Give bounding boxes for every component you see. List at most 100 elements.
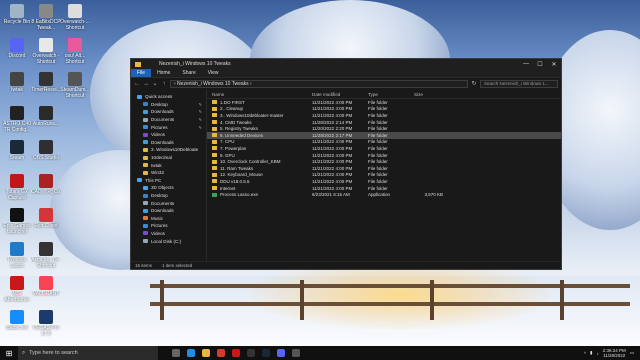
desktop-shortcut[interactable]: Discord (2, 38, 32, 59)
desktop-shortcut[interactable]: Process Lasso (2, 242, 32, 269)
discord-icon[interactable] (277, 349, 285, 357)
close-button[interactable]: ✕ (547, 59, 561, 69)
notification-icon[interactable]: ▭ (630, 350, 634, 356)
nav-pane-item[interactable]: 10decimal (131, 154, 206, 162)
desktop-shortcut[interactable]: SteamDum... Shortcut (60, 72, 90, 99)
nav-pane-item[interactable]: Downloads ✎ (131, 108, 206, 116)
column-size[interactable]: Size (409, 92, 449, 97)
desktop-shortcut[interactable]: Overwatch - Shortcut (31, 38, 61, 65)
folder-icon (212, 153, 217, 158)
nav-pane-item[interactable]: 3D Objects (131, 184, 206, 192)
desktop-shortcut[interactable]: Overwatch-... Shortcut (60, 4, 90, 31)
nav-pane-item[interactable]: Pictures (131, 222, 206, 230)
opera-icon[interactable] (232, 349, 240, 357)
file-row[interactable]: 12. Keyboard_Mouse 11/21/2022 4:00 PM File… (207, 172, 561, 179)
column-name[interactable]: Name (207, 92, 307, 97)
nav-pane-item[interactable]: Desktop ✎ (131, 101, 206, 109)
nav-pane-label: 3D Objects (151, 185, 174, 191)
file-row[interactable]: 7. CPU 11/21/2022 4:00 PM File folder (207, 139, 561, 146)
file-row[interactable]: 5. Registry Tweaks 11/20/2022 2:20 PM File… (207, 125, 561, 132)
desktop-shortcut[interactable]: TimerResol... (31, 72, 61, 93)
file-row[interactable]: 2.. Cleanup 11/21/2022 4:00 PM File folder (207, 106, 561, 113)
nav-pane-item[interactable]: Music (131, 215, 206, 223)
file-row[interactable]: DDU v18.0.5.5 11/21/2022 4:00 PM File fold… (207, 178, 561, 185)
forward-arrow-icon[interactable]: → (143, 81, 149, 87)
nav-pane-item[interactable]: Iwtak (131, 161, 206, 169)
desktop-shortcut[interactable]: Battle.net (2, 310, 32, 331)
file-type: File folder (368, 172, 388, 178)
nav-pane-item[interactable]: Win32 (131, 169, 206, 177)
file-row[interactable]: 7. Powerplan 11/21/2022 4:00 PM File folde… (207, 145, 561, 152)
edge-icon[interactable] (187, 349, 195, 357)
maximize-button[interactable]: ☐ (533, 59, 547, 69)
desktop-shortcut[interactable]: 8 EaBitxDCP Tweak... (31, 4, 61, 31)
explorer-icon[interactable] (202, 349, 210, 357)
obs-icon[interactable] (292, 349, 300, 357)
nav-pane-item[interactable]: Desktop (131, 192, 206, 200)
steam-icon[interactable] (262, 349, 270, 357)
app-icon (10, 242, 24, 256)
title-bar[interactable]: Nezenish_i Windows 10 Tweaks — ☐ ✕ (131, 59, 561, 69)
file-row[interactable]: 9. GPU 11/21/2022 4:00 PM File folder (207, 152, 561, 159)
desktop-shortcut[interactable]: Steam (2, 140, 32, 161)
file-row[interactable]: 4. CMD Tweaks 11/28/2022 2:14 PM File fold… (207, 119, 561, 126)
desktop-shortcut[interactable]: Epic Games Launcher (2, 208, 32, 235)
app-icon (10, 106, 24, 120)
chevron-up-icon[interactable]: ^ (584, 351, 586, 356)
desktop-shortcut[interactable]: VEGAS Pro 17.0 (31, 310, 61, 337)
nav-pane-item[interactable]: Local Disk (C:) (131, 237, 206, 245)
tab-home[interactable]: Home (151, 69, 176, 77)
nav-pane-item[interactable]: Downloads (131, 139, 206, 147)
desktop-shortcut[interactable]: Tobii's GX Capture (2, 174, 32, 201)
nav-pane-item[interactable]: Quick access (131, 93, 206, 101)
up-arrow-icon[interactable]: ↑ (161, 81, 167, 87)
nav-pane-item[interactable]: Documents ✎ (131, 116, 206, 124)
nav-pane-item[interactable]: Downloads (131, 207, 206, 215)
nav-pane-item[interactable]: Videos (131, 131, 206, 139)
file-row[interactable]: Process Lasso.exe 6/23/2021 8:15 AM Applic… (207, 191, 561, 198)
tab-file[interactable]: File (131, 69, 152, 77)
desktop-shortcut[interactable]: ASTRO C40 TR Config... (2, 106, 32, 133)
desktop-shortcut[interactable]: osu! Alt... Shortcut (60, 38, 90, 65)
task-view-icon[interactable] (172, 349, 180, 357)
nav-pane-item[interactable]: This PC (131, 177, 206, 185)
tab-share[interactable]: Share (176, 69, 201, 77)
file-row[interactable]: 1.DO FIRST 11/21/2022 4:00 PM File folder (207, 99, 561, 106)
search-input[interactable]: Search Nezenish_i Windows 1... (480, 79, 558, 88)
file-row[interactable]: 3.. Windows10debloater-master 11/21/2022 … (207, 112, 561, 119)
windows-start-icon[interactable]: ⊞ (0, 346, 18, 360)
desktop-shortcut[interactable]: CAD_TR_Co... (31, 174, 61, 195)
desktop-shortcut[interactable]: MSI Afterburner (2, 276, 32, 303)
back-arrow-icon[interactable]: ← (134, 81, 140, 87)
desktop-shortcut[interactable]: Riot Client (31, 208, 61, 229)
desktop-shortcut[interactable]: Recycle Bin (2, 4, 32, 25)
tab-view[interactable]: View (202, 69, 225, 77)
file-row[interactable]: Internet 11/21/2022 4:00 PM File folder (207, 185, 561, 192)
desktop-shortcut[interactable]: AutoRuns... (31, 106, 61, 127)
desktop-shortcut[interactable]: VALORANT (31, 276, 61, 297)
nav-pane-item[interactable]: Pictures ✎ (131, 123, 206, 131)
address-path[interactable]: › Nezenish_i Windows 10 Tweaks › (170, 79, 468, 88)
chevron-down-icon[interactable]: ⌄ (152, 80, 158, 87)
file-row[interactable]: 10. Overclock Controller_KBM 11/21/2022 4… (207, 158, 561, 165)
nav-pane-item[interactable]: Documents (131, 199, 206, 207)
desktop-shortcut[interactable]: AsmLab_Tk - Shortcut (31, 242, 61, 269)
file-row[interactable]: 6. Unneeded Devices 11/28/2022 2:17 PM Fil… (207, 131, 561, 139)
chrome-icon[interactable] (217, 349, 225, 357)
column-date-modified[interactable]: Date modified (307, 92, 363, 97)
terminal-icon[interactable] (247, 349, 255, 357)
nav-pane-item[interactable]: Videos (131, 230, 206, 238)
file-row[interactable]: 11. Ram Tweaks 11/21/2022 4:00 PM File fol… (207, 165, 561, 172)
taskbar-search[interactable]: ⌕ Type here to search (18, 346, 158, 360)
desktop-shortcut[interactable]: Iwtak (2, 72, 32, 93)
nav-pane-item[interactable]: 3. Windows10Debloate (131, 146, 206, 154)
desktop-shortcut[interactable]: OBS Studio (31, 140, 61, 161)
clock[interactable]: 2:36:24 PM 11/28/2022 (603, 348, 626, 359)
volume-icon[interactable]: ♪ (596, 351, 598, 356)
column-type[interactable]: Type (363, 92, 409, 97)
minimize-button[interactable]: — (519, 59, 533, 69)
network-icon[interactable]: ▮ (590, 350, 592, 356)
desktop-shortcut-label: Battle.net (6, 325, 28, 331)
app-icon (68, 4, 82, 18)
refresh-icon[interactable]: ↻ (471, 80, 477, 87)
